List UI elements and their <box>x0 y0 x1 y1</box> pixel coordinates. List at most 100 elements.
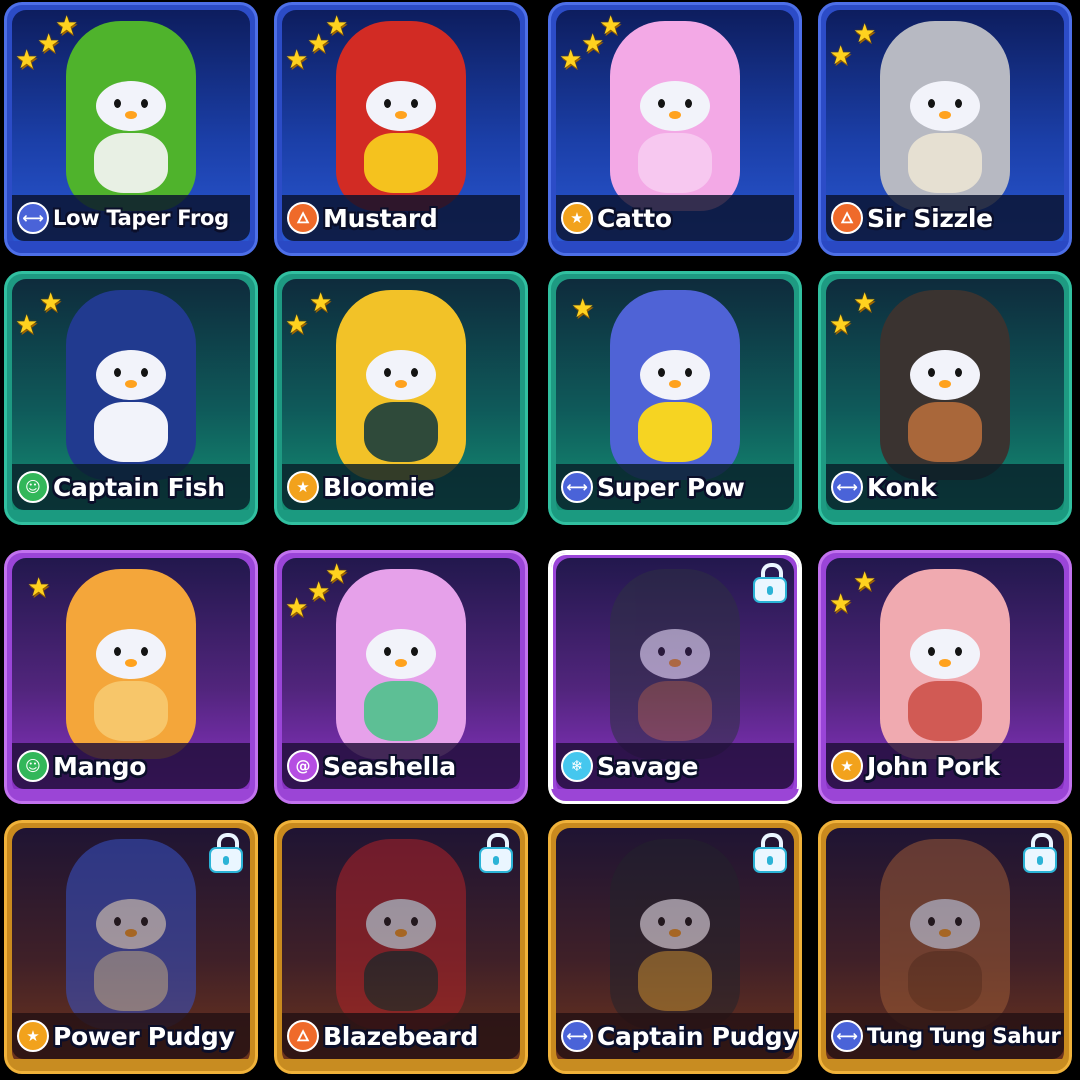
beak <box>395 659 407 667</box>
costume-belly <box>94 681 168 741</box>
card-footer-edge <box>821 241 1069 253</box>
star-rating: ★ ★ <box>829 13 899 73</box>
class-glyph: ★ <box>26 1026 40 1045</box>
lock-icon <box>1023 833 1057 873</box>
class-glyph: @ <box>295 756 311 775</box>
class-glyph: ☺ <box>25 477 41 496</box>
star-icon: ★ <box>853 288 877 318</box>
star-icon: ★ <box>559 45 583 75</box>
penguin-face <box>910 899 980 949</box>
class-glyph: ⟷ <box>566 1026 588 1045</box>
eye <box>685 647 692 656</box>
name-bar: ★ Catto <box>556 195 794 241</box>
card-footer-edge <box>7 510 255 522</box>
mask-icon: ☺ <box>17 471 49 503</box>
costume-card[interactable]: ⟷ Captain Pudgy <box>548 820 802 1074</box>
card-footer-edge <box>551 241 799 253</box>
costume-belly <box>638 402 712 462</box>
name-bar: ☺ Captain Fish <box>12 464 250 510</box>
eye <box>658 99 665 108</box>
costume-card[interactable]: ★ ★ ★ ⟷ Low Taper Frog <box>4 2 258 256</box>
costume-card[interactable]: ★ ★ ★ 🜂 Mustard <box>274 2 528 256</box>
star-icon: ★ <box>829 41 853 71</box>
costume-belly <box>638 681 712 741</box>
star-rating: ★ ★ <box>15 282 85 342</box>
costume-belly <box>94 402 168 462</box>
star-rating: ★ ★ ★ <box>285 561 355 621</box>
card-footer-edge <box>7 241 255 253</box>
costume-card[interactable]: ★ ★ ★ @ Seashella <box>274 550 528 804</box>
eye <box>685 368 692 377</box>
lock-hole <box>223 856 229 865</box>
star-icon: ★ <box>285 310 309 340</box>
costume-belly <box>638 951 712 1011</box>
name-bar: ⟷ Tung Tung Sahur <box>826 1013 1064 1059</box>
costume-name: Sir Sizzle <box>867 203 993 233</box>
costume-card[interactable]: ★ ★ ★ ★ Catto <box>548 2 802 256</box>
costume-name: Seashella <box>323 751 456 781</box>
costume-name: Mustard <box>323 203 438 233</box>
eye <box>141 647 148 656</box>
penguin-face <box>96 899 166 949</box>
card-footer-edge <box>277 510 525 522</box>
costume-card[interactable]: ★ Power Pudgy <box>4 820 258 1074</box>
costume-card[interactable]: 🜂 Blazebeard <box>274 820 528 1074</box>
costume-card[interactable]: ★ ☺ Mango <box>4 550 258 804</box>
card-footer-edge <box>277 241 525 253</box>
costume-belly <box>908 402 982 462</box>
costume-belly <box>638 133 712 193</box>
costume-belly <box>364 133 438 193</box>
star-icon: ★ <box>15 310 39 340</box>
eye <box>955 368 962 377</box>
costume-card[interactable]: ★ ★ ★ John Pork <box>818 550 1072 804</box>
card-footer-edge <box>277 789 525 801</box>
eye <box>141 368 148 377</box>
costume-belly <box>908 681 982 741</box>
flame-icon: 🜂 <box>287 1020 319 1052</box>
star-icon: ★ <box>599 11 623 41</box>
costume-name: John Pork <box>867 751 1000 781</box>
penguin-face <box>910 350 980 400</box>
beak <box>395 380 407 388</box>
eye <box>928 368 935 377</box>
eye <box>384 99 391 108</box>
penguin-face <box>366 350 436 400</box>
costume-card[interactable]: ★ ⟷ Super Pow <box>548 271 802 525</box>
name-bar: ⟷ Super Pow <box>556 464 794 510</box>
costume-card[interactable]: ★ ★ ⟷ Konk <box>818 271 1072 525</box>
dumbbell-icon: ⟷ <box>831 471 863 503</box>
name-bar: 🜂 Mustard <box>282 195 520 241</box>
eye <box>928 99 935 108</box>
star-icon: ★ <box>831 750 863 782</box>
eye <box>658 368 665 377</box>
name-bar: ★ Bloomie <box>282 464 520 510</box>
class-glyph: ★ <box>570 208 584 227</box>
costume-belly <box>364 951 438 1011</box>
class-glyph: ⟷ <box>566 477 588 496</box>
eye <box>955 917 962 926</box>
costume-name: Bloomie <box>323 472 435 502</box>
class-glyph: 🜂 <box>296 208 310 227</box>
penguin-face <box>640 350 710 400</box>
eye <box>114 368 121 377</box>
costume-name: Low Taper Frog <box>53 206 229 230</box>
star-icon: ★ <box>829 310 853 340</box>
penguin-character <box>326 839 476 1029</box>
beak <box>125 111 137 119</box>
costume-card[interactable]: ❄ Savage <box>548 550 802 804</box>
eye <box>384 368 391 377</box>
costume-belly <box>364 681 438 741</box>
costume-card[interactable]: ★ ★ 🜂 Sir Sizzle <box>818 2 1072 256</box>
penguin-character <box>600 569 750 759</box>
costume-name: Savage <box>597 751 699 781</box>
eye <box>685 917 692 926</box>
lock-hole <box>767 586 773 595</box>
star-icon: ★ <box>853 567 877 597</box>
eye <box>411 647 418 656</box>
card-footer-edge <box>551 510 799 522</box>
costume-card[interactable]: ★ ★ ★ Bloomie <box>274 271 528 525</box>
name-bar: 🜂 Sir Sizzle <box>826 195 1064 241</box>
beak <box>669 380 681 388</box>
costume-card[interactable]: ⟷ Tung Tung Sahur <box>818 820 1072 1074</box>
costume-card[interactable]: ★ ★ ☺ Captain Fish <box>4 271 258 525</box>
